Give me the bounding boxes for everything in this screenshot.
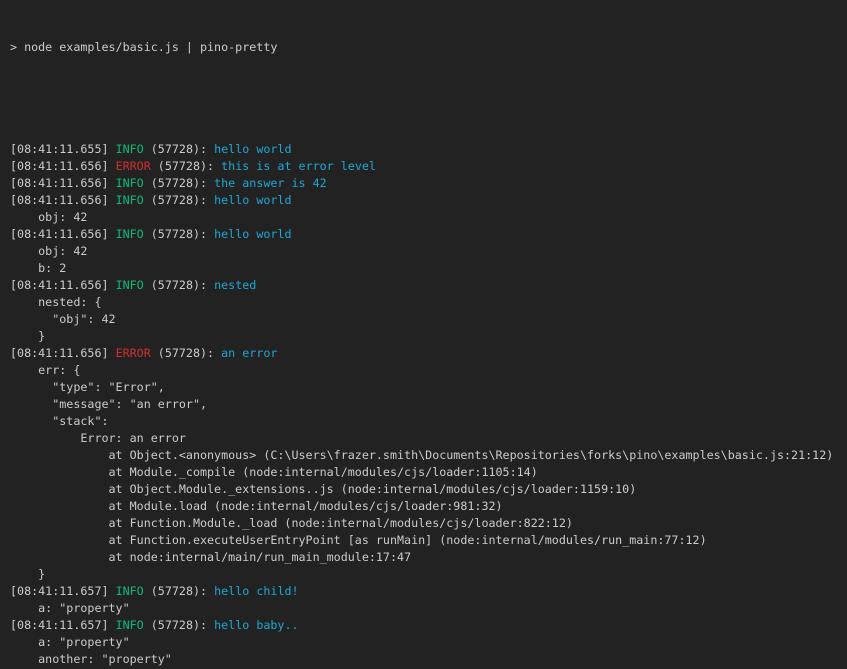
log-detail-line: } bbox=[10, 328, 843, 345]
log-message: nested bbox=[214, 278, 256, 292]
log-detail-line: "message": "an error", bbox=[10, 396, 843, 413]
log-message: the answer is 42 bbox=[214, 176, 327, 190]
log-message: hello world bbox=[214, 227, 291, 241]
log-message: an error bbox=[221, 346, 277, 360]
blank-line bbox=[10, 90, 843, 107]
log-detail-text: "message": "an error", bbox=[10, 397, 207, 411]
log-detail-text: "type": "Error", bbox=[10, 380, 165, 394]
log-detail-line: obj: 42 bbox=[10, 243, 843, 260]
terminal-output[interactable]: > node examples/basic.js | pino-pretty [… bbox=[0, 0, 847, 669]
log-level: ERROR bbox=[116, 159, 151, 173]
log-detail-text: at Object.<anonymous> (C:\Users\frazer.s… bbox=[10, 448, 833, 462]
log-detail-text: } bbox=[10, 567, 45, 581]
log-detail-text: "obj": 42 bbox=[10, 312, 116, 326]
log-lines-container: [08:41:11.655] INFO (57728): hello world… bbox=[10, 141, 843, 669]
log-detail-text: obj: 42 bbox=[10, 210, 87, 224]
log-pid: (57728): bbox=[144, 193, 214, 207]
log-detail-text: Error: an error bbox=[10, 431, 186, 445]
log-detail-text: b: 2 bbox=[10, 261, 66, 275]
log-message: hello world bbox=[214, 193, 291, 207]
log-message: this is at error level bbox=[221, 159, 376, 173]
log-detail-line: } bbox=[10, 566, 843, 583]
command-line: > node examples/basic.js | pino-pretty bbox=[10, 39, 843, 56]
log-level: INFO bbox=[116, 176, 144, 190]
log-timestamp: [08:41:11.656] bbox=[10, 193, 116, 207]
log-detail-line: a: "property" bbox=[10, 600, 843, 617]
log-level: INFO bbox=[116, 278, 144, 292]
log-timestamp: [08:41:11.656] bbox=[10, 227, 116, 241]
log-detail-line: at Object.Module._extensions..js (node:i… bbox=[10, 481, 843, 498]
log-detail-line: "stack": bbox=[10, 413, 843, 430]
log-timestamp: [08:41:11.655] bbox=[10, 142, 116, 156]
log-detail-line: at Module._compile (node:internal/module… bbox=[10, 464, 843, 481]
log-message: hello world bbox=[214, 142, 291, 156]
log-detail-line: "obj": 42 bbox=[10, 311, 843, 328]
log-detail-line: at Module.load (node:internal/modules/cj… bbox=[10, 498, 843, 515]
log-detail-text: a: "property" bbox=[10, 601, 130, 615]
log-line: [08:41:11.656] INFO (57728): hello world bbox=[10, 192, 843, 209]
log-detail-text: err: { bbox=[10, 363, 80, 377]
log-line: [08:41:11.655] INFO (57728): hello world bbox=[10, 141, 843, 158]
log-pid: (57728): bbox=[144, 584, 214, 598]
log-message: hello child! bbox=[214, 584, 298, 598]
log-detail-text: a: "property" bbox=[10, 635, 130, 649]
log-level: INFO bbox=[116, 227, 144, 241]
log-detail-line: at Function.Module._load (node:internal/… bbox=[10, 515, 843, 532]
log-pid: (57728): bbox=[151, 159, 221, 173]
log-detail-text: another: "property" bbox=[10, 652, 172, 666]
log-message: hello baby.. bbox=[214, 618, 298, 632]
log-detail-text: at Function.executeUserEntryPoint [as ru… bbox=[10, 533, 707, 547]
log-pid: (57728): bbox=[144, 618, 214, 632]
log-detail-line: nested: { bbox=[10, 294, 843, 311]
log-timestamp: [08:41:11.656] bbox=[10, 346, 116, 360]
log-line: [08:41:11.656] INFO (57728): hello world bbox=[10, 226, 843, 243]
log-timestamp: [08:41:11.656] bbox=[10, 159, 116, 173]
log-detail-line: "type": "Error", bbox=[10, 379, 843, 396]
log-detail-text: "stack": bbox=[10, 414, 109, 428]
log-pid: (57728): bbox=[144, 278, 214, 292]
log-pid: (57728): bbox=[151, 346, 221, 360]
terminal-window: { "terminal": { "command_line": "> node … bbox=[0, 0, 847, 669]
log-detail-line: a: "property" bbox=[10, 634, 843, 651]
log-level: INFO bbox=[116, 618, 144, 632]
log-detail-text: at Object.Module._extensions..js (node:i… bbox=[10, 482, 636, 496]
log-pid: (57728): bbox=[144, 176, 214, 190]
log-timestamp: [08:41:11.656] bbox=[10, 176, 116, 190]
log-line: [08:41:11.657] INFO (57728): hello baby.… bbox=[10, 617, 843, 634]
log-detail-line: at Object.<anonymous> (C:\Users\frazer.s… bbox=[10, 447, 843, 464]
log-detail-text: } bbox=[10, 329, 45, 343]
log-detail-text: at Module._compile (node:internal/module… bbox=[10, 465, 538, 479]
log-detail-line: another: "property" bbox=[10, 651, 843, 668]
log-timestamp: [08:41:11.656] bbox=[10, 278, 116, 292]
log-detail-line: Error: an error bbox=[10, 430, 843, 447]
log-pid: (57728): bbox=[144, 142, 214, 156]
log-level: ERROR bbox=[116, 346, 151, 360]
log-line: [08:41:11.657] INFO (57728): hello child… bbox=[10, 583, 843, 600]
log-line: [08:41:11.656] ERROR (57728): this is at… bbox=[10, 158, 843, 175]
log-timestamp: [08:41:11.657] bbox=[10, 618, 116, 632]
log-level: INFO bbox=[116, 584, 144, 598]
log-level: INFO bbox=[116, 142, 144, 156]
log-line: [08:41:11.656] INFO (57728): nested bbox=[10, 277, 843, 294]
log-detail-line: at node:internal/main/run_main_module:17… bbox=[10, 549, 843, 566]
log-detail-text: obj: 42 bbox=[10, 244, 87, 258]
log-detail-line: b: 2 bbox=[10, 260, 843, 277]
log-level: INFO bbox=[116, 193, 144, 207]
log-detail-text: at Function.Module._load (node:internal/… bbox=[10, 516, 573, 530]
log-detail-line: at Function.executeUserEntryPoint [as ru… bbox=[10, 532, 843, 549]
log-pid: (57728): bbox=[144, 227, 214, 241]
log-line: [08:41:11.656] ERROR (57728): an error bbox=[10, 345, 843, 362]
log-detail-text: nested: { bbox=[10, 295, 101, 309]
log-detail-text: at node:internal/main/run_main_module:17… bbox=[10, 550, 411, 564]
log-detail-text: at Module.load (node:internal/modules/cj… bbox=[10, 499, 503, 513]
log-line: [08:41:11.656] INFO (57728): the answer … bbox=[10, 175, 843, 192]
log-timestamp: [08:41:11.657] bbox=[10, 584, 116, 598]
log-detail-line: err: { bbox=[10, 362, 843, 379]
log-detail-line: obj: 42 bbox=[10, 209, 843, 226]
